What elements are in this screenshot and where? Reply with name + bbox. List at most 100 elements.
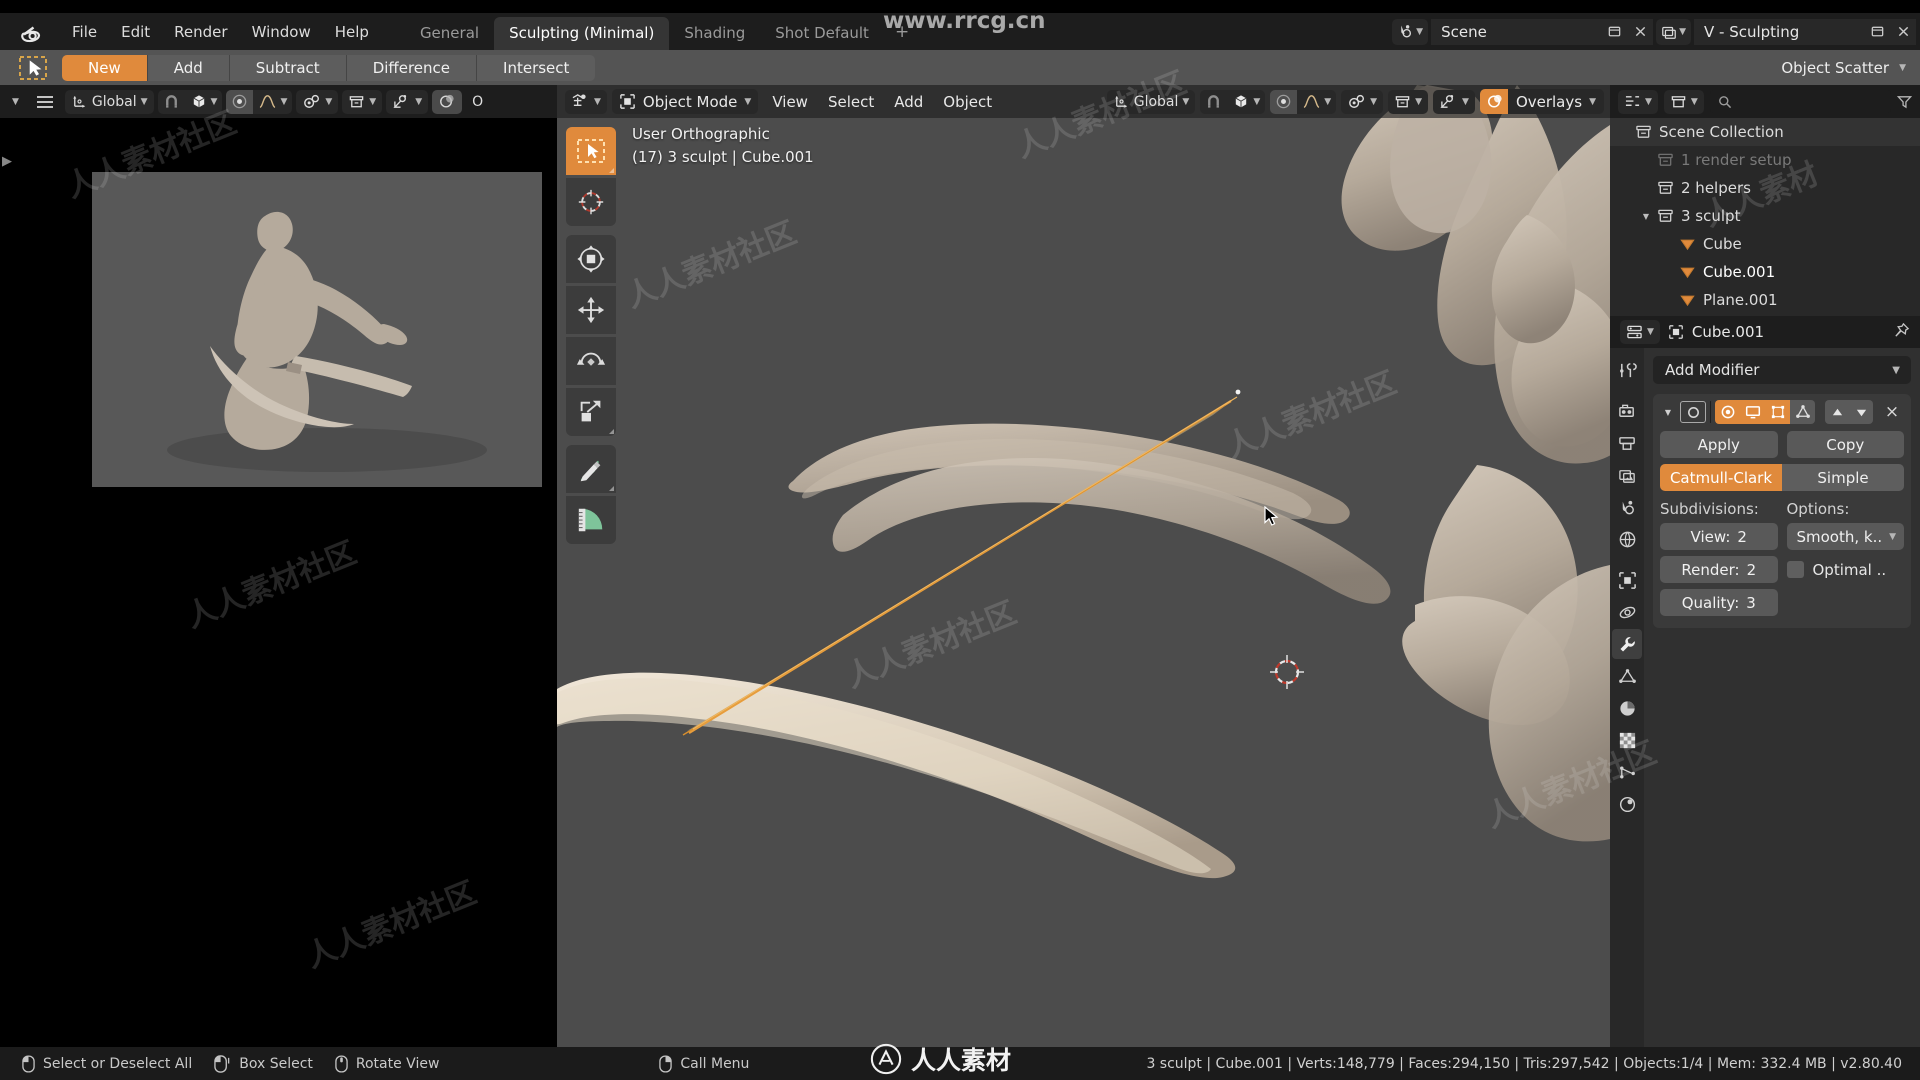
tweak-select-icon[interactable]	[14, 53, 52, 83]
outliner-editor[interactable]: ▼ ▼ Scene Collection 1 render setup 2 he…	[1610, 85, 1920, 316]
editor-type-icon[interactable]: ▼	[6, 90, 25, 114]
gizmo-toggle-button[interactable]: ▼	[386, 89, 429, 114]
viewport-orientation-selector[interactable]: Global ▼	[1106, 89, 1196, 114]
simple-button[interactable]: Simple	[1782, 464, 1904, 491]
tweak-select-tool[interactable]	[566, 127, 616, 175]
outliner-row-2-helpers[interactable]: 2 helpers	[1610, 174, 1920, 202]
properties-tab-particles[interactable]	[1612, 661, 1642, 691]
menu-window[interactable]: Window	[240, 20, 323, 44]
properties-tab-modifiers-physics[interactable]	[1612, 597, 1642, 627]
render-subdivisions-field[interactable]: Render: 2	[1660, 556, 1778, 583]
object-scatter-selector[interactable]: Object Scatter ▼	[1781, 59, 1906, 77]
viewport-menu-add[interactable]: Add	[885, 90, 932, 114]
workspace-tab-general[interactable]: General	[405, 17, 494, 50]
viewport-collection-visibility[interactable]: ▼	[1388, 89, 1429, 114]
new-scene-button[interactable]	[1601, 18, 1628, 45]
workspace-tab-shading[interactable]: Shading	[669, 17, 760, 50]
interaction-mode-selector[interactable]: Object Mode ▼	[611, 89, 759, 114]
bool-intersect-button[interactable]: Intersect	[477, 54, 596, 81]
properties-tab-object-constraints[interactable]	[1612, 725, 1642, 755]
delete-modifier-button[interactable]: ×	[1880, 400, 1904, 424]
properties-editor[interactable]: ▼ Cube.001 Add Modifier ▼ ▼ × Apply Copy…	[1610, 316, 1920, 1047]
snap-target-icon[interactable]: ▼	[1227, 90, 1265, 114]
properties-tab-output[interactable]	[1612, 428, 1642, 458]
new-view-layer-button[interactable]	[1864, 18, 1890, 45]
cursor-tool[interactable]	[566, 178, 616, 226]
properties-tab-view-layer[interactable]	[1612, 460, 1642, 490]
optimal-display-checkbox[interactable]	[1786, 561, 1804, 578]
properties-tab-scene[interactable]	[1612, 492, 1642, 522]
menu-edit[interactable]: Edit	[109, 20, 162, 44]
outliner-row-1-render-setup[interactable]: 1 render setup	[1610, 146, 1920, 174]
collection-visibility-button[interactable]: ▼	[342, 89, 383, 114]
add-workspace-button[interactable]: +	[884, 16, 920, 48]
properties-tab-physics[interactable]	[1612, 693, 1642, 723]
properties-tab-tool[interactable]	[1612, 355, 1642, 385]
workspace-tab-shot-default[interactable]: Shot Default	[760, 17, 884, 50]
delete-scene-button[interactable]	[1627, 18, 1654, 45]
modifier-vertex-display-toggle[interactable]	[1790, 400, 1815, 424]
3d-viewport[interactable]: ▼ Object Mode ▼ View Select Add Object G…	[557, 85, 1610, 1047]
modifier-name-field[interactable]	[1710, 401, 1711, 423]
scene-browse-button[interactable]: ▼	[1392, 18, 1429, 45]
properties-editor-type-selector[interactable]: ▼	[1620, 320, 1660, 344]
panel-expand-arrow-icon[interactable]: ▶	[2, 154, 12, 169]
catmull-clark-button[interactable]: Catmull-Clark	[1660, 464, 1782, 491]
apply-modifier-button[interactable]: Apply	[1660, 431, 1778, 458]
arrow-down-icon[interactable]	[1849, 400, 1873, 424]
magnet-icon[interactable]	[158, 90, 185, 114]
menu-render[interactable]: Render	[162, 20, 239, 44]
outliner-row-cube.001[interactable]: Cube.001	[1610, 258, 1920, 286]
falloff-curve-icon[interactable]: ▼	[1297, 90, 1336, 114]
blender-logo-icon[interactable]	[16, 17, 50, 47]
rotate-tool[interactable]	[566, 337, 616, 385]
viewport-gizmo-toggle[interactable]: ▼	[1433, 89, 1475, 114]
overlays-toggle-button[interactable]	[432, 89, 463, 114]
quality-field[interactable]: Quality: 3	[1660, 589, 1778, 616]
outliner-display-mode-selector[interactable]: ▼	[1663, 89, 1704, 114]
annotate-tool[interactable]	[566, 445, 616, 493]
outliner-filter-button[interactable]	[1897, 94, 1912, 109]
view-layer-browse-button[interactable]: ▼	[1656, 18, 1691, 45]
pin-icon[interactable]	[1893, 322, 1910, 343]
disclosure-triangle-icon[interactable]: ▼	[1638, 212, 1654, 221]
scale-tool[interactable]	[566, 388, 616, 436]
outliner-search-input[interactable]	[1709, 90, 1891, 113]
workspace-tab-sculpting-minimal[interactable]: Sculpting (Minimal)	[494, 17, 670, 50]
arrow-up-icon[interactable]	[1825, 400, 1849, 424]
view-layer-name-field[interactable]: V - Sculpting	[1694, 18, 1864, 45]
bool-new-button[interactable]: New	[62, 54, 148, 81]
viewport-menu-view[interactable]: View	[763, 90, 817, 114]
properties-tab-modifiers[interactable]	[1612, 629, 1642, 659]
measure-tool[interactable]	[566, 496, 616, 544]
snap-target-icon[interactable]: ▼	[185, 90, 223, 114]
pivot-point-selector[interactable]: ▼	[296, 89, 339, 114]
proportional-edit-icon[interactable]	[226, 89, 254, 114]
editor-type-selector[interactable]: ▼	[565, 89, 607, 114]
properties-tab-world[interactable]	[1612, 524, 1642, 554]
scene-name-field[interactable]: Scene	[1431, 18, 1602, 45]
overlays-toggle-button[interactable]	[1479, 89, 1510, 114]
menu-file[interactable]: File	[60, 20, 109, 44]
modifier-realtime-toggle[interactable]	[1740, 400, 1765, 424]
move-rotate-scale-tool[interactable]	[566, 235, 616, 283]
move-tool[interactable]	[566, 286, 616, 334]
properties-tab-object[interactable]	[1612, 565, 1642, 595]
bool-difference-button[interactable]: Difference	[346, 54, 478, 81]
copy-modifier-button[interactable]: Copy	[1786, 431, 1904, 458]
viewport-menu-select[interactable]: Select	[819, 90, 883, 114]
uv-smooth-selector[interactable]: Smooth, k.. ▼	[1786, 523, 1904, 550]
optimal-display-row[interactable]: Optimal ..	[1786, 556, 1905, 583]
falloff-curve-icon[interactable]: ▼	[253, 90, 292, 114]
overlays-dropdown[interactable]: Overlays ▼	[1507, 89, 1604, 114]
view-subdivisions-field[interactable]: View: 2	[1660, 523, 1778, 550]
outliner-row-scene-collection[interactable]: Scene Collection	[1610, 118, 1920, 146]
outliner-row-cube[interactable]: Cube	[1610, 230, 1920, 258]
outliner-row-plane.001[interactable]: Plane.001	[1610, 286, 1920, 314]
properties-tab-material[interactable]	[1612, 789, 1642, 819]
hamburger-icon[interactable]	[29, 90, 61, 114]
bool-add-button[interactable]: Add	[147, 54, 230, 81]
viewport-menu-object[interactable]: Object	[934, 90, 1001, 114]
viewport-pivot-point-selector[interactable]: ▼	[1341, 89, 1384, 114]
bool-subtract-button[interactable]: Subtract	[229, 54, 347, 81]
